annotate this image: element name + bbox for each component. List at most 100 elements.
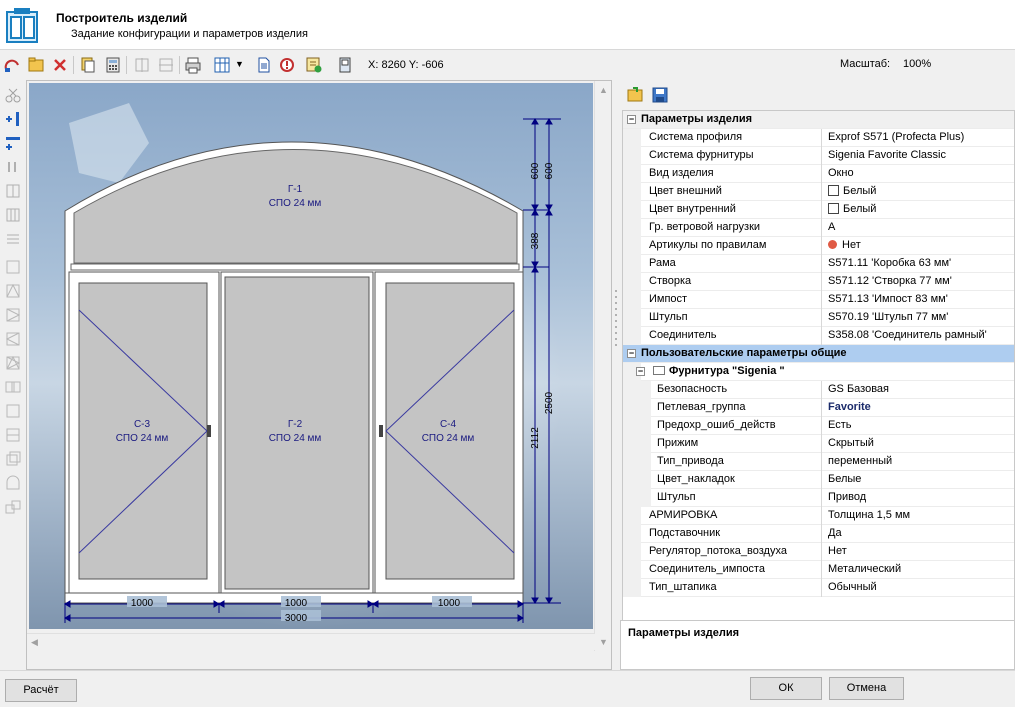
arch-icon[interactable] <box>4 474 22 492</box>
property-value[interactable]: Толщина 1,5 мм <box>828 509 910 521</box>
mirror-vertical-icon[interactable] <box>157 56 175 74</box>
add-horizontal-impost-icon[interactable] <box>4 134 22 152</box>
align-icon[interactable] <box>4 230 22 248</box>
property-row[interactable]: Рама S571.11 'Коробка 63 мм' <box>623 255 1014 273</box>
cancel-button[interactable]: Отмена <box>829 677 904 700</box>
property-row[interactable]: Штульп S570.19 'Штульп 77 мм' <box>623 309 1014 327</box>
copy-icon[interactable] <box>79 56 97 74</box>
validate-icon[interactable] <box>305 56 323 74</box>
property-value[interactable]: Exprof S571 (Profecta Plus) <box>828 131 964 143</box>
divide-equal-icon[interactable] <box>4 206 22 224</box>
layout-grid-icon[interactable] <box>213 56 231 74</box>
load-settings-icon[interactable] <box>626 86 644 104</box>
property-value[interactable]: Favorite <box>828 401 871 413</box>
sash-tilt-turn-icon[interactable] <box>4 354 22 372</box>
document-icon[interactable] <box>255 56 273 74</box>
property-row[interactable]: Импост S571.13 'Импост 83 мм' <box>623 291 1014 309</box>
property-row[interactable]: Цвет внутренний Белый <box>623 201 1014 219</box>
property-row[interactable]: Система фурнитуры Sigenia Favorite Classi… <box>623 147 1014 165</box>
property-row[interactable]: Тип_привода переменный <box>623 453 1014 471</box>
property-value[interactable]: Есть <box>828 419 851 431</box>
property-value[interactable]: A <box>828 221 835 233</box>
save-icon[interactable] <box>651 86 669 104</box>
property-category[interactable]: − Пользовательские параметры общие <box>623 345 1014 363</box>
property-row[interactable]: АРМИРОВКА Толщина 1,5 мм <box>623 507 1014 525</box>
property-row[interactable]: Вид изделия Окно <box>623 165 1014 183</box>
property-row[interactable]: Штульп Привод <box>623 489 1014 507</box>
property-value[interactable]: Белые <box>828 473 861 485</box>
property-value[interactable]: Sigenia Favorite Classic <box>828 149 946 161</box>
calculate-button[interactable]: Расчёт <box>5 679 77 702</box>
property-value[interactable]: Окно <box>828 167 854 179</box>
canvas-horizontal-scrollbar[interactable]: ◀ <box>27 633 595 650</box>
property-value[interactable]: Скрытый <box>828 437 874 449</box>
property-value[interactable]: GS Базовая <box>828 383 889 395</box>
sheet-icon[interactable] <box>336 56 354 74</box>
sliding-icon[interactable] <box>4 378 22 396</box>
sash-tilt-icon[interactable] <box>4 282 22 300</box>
property-row[interactable]: Безопасность GS Базовая <box>623 381 1014 399</box>
scroll-left-icon[interactable]: ◀ <box>31 637 38 648</box>
property-row[interactable]: Система профиля Exprof S571 (Profecta Plu… <box>623 129 1014 147</box>
collapse-icon[interactable]: − <box>627 115 636 124</box>
property-row[interactable]: Створка S571.12 'Створка 77 мм' <box>623 273 1014 291</box>
property-value[interactable]: Да <box>828 527 842 539</box>
blank-sash-icon[interactable] <box>4 402 22 420</box>
property-row[interactable]: Регулятор_потока_воздуха Нет <box>623 543 1014 561</box>
property-row[interactable]: Подставочник Да <box>623 525 1014 543</box>
collapse-icon[interactable]: − <box>636 367 645 376</box>
scroll-up-icon[interactable]: ▲ <box>599 85 608 95</box>
property-category[interactable]: − Параметры изделия <box>623 111 1014 129</box>
property-value-wrap[interactable]: Нет <box>828 239 861 251</box>
property-value[interactable]: Нет <box>842 239 861 251</box>
property-row[interactable]: Цвет_накладок Белые <box>623 471 1014 489</box>
property-row[interactable]: Соединитель S358.08 'Соединитель рамный' <box>623 327 1014 345</box>
mirror-horizontal-icon[interactable] <box>133 56 151 74</box>
property-row[interactable]: Цвет внешний Белый <box>623 183 1014 201</box>
info-warning-icon[interactable] <box>278 56 296 74</box>
sash-turn-icon[interactable] <box>4 306 22 324</box>
delete-icon[interactable] <box>51 56 69 74</box>
property-row[interactable]: Предохр_ошиб_действ Есть <box>623 417 1014 435</box>
property-value[interactable]: Привод <box>828 491 866 503</box>
property-value[interactable]: S570.19 'Штульп 77 мм' <box>828 311 948 323</box>
redraw-icon[interactable] <box>3 56 21 74</box>
cut-icon[interactable] <box>4 86 22 104</box>
property-value-wrap[interactable]: Белый <box>828 203 876 215</box>
open-folder-icon[interactable] <box>27 56 45 74</box>
ok-button[interactable]: ОК <box>750 677 822 700</box>
property-value[interactable]: Обычный <box>828 581 877 593</box>
property-value[interactable]: Нет <box>828 545 847 557</box>
panel-splitter[interactable] <box>612 80 620 670</box>
property-value[interactable]: переменный <box>828 455 892 467</box>
property-row[interactable]: Прижим Скрытый <box>623 435 1014 453</box>
property-value-wrap[interactable]: Белый <box>828 185 876 197</box>
property-value[interactable]: S571.12 'Створка 77 мм' <box>828 275 952 287</box>
property-row[interactable]: Артикулы по правилам Нет <box>623 237 1014 255</box>
property-value[interactable]: S358.08 'Соединитель рамный' <box>828 329 987 341</box>
sash-turn-left-icon[interactable] <box>4 330 22 348</box>
property-subcategory[interactable]: − Фурнитура "Sigenia " <box>623 363 1014 381</box>
group-icon[interactable] <box>4 498 22 516</box>
property-value[interactable]: Белый <box>843 185 876 197</box>
property-row[interactable]: Тип_штапика Обычный <box>623 579 1014 597</box>
drawing-canvas[interactable]: Г-1 СПО 24 мм С-3 СПО 24 мм Г-2 СПО 24 м… <box>29 83 593 629</box>
property-value[interactable]: Металический <box>828 563 901 575</box>
add-vertical-impost-icon[interactable] <box>4 110 22 128</box>
mullion-icon[interactable] <box>4 426 22 444</box>
property-row[interactable]: Соединитель_импоста Металический <box>623 561 1014 579</box>
property-row[interactable]: Гр. ветровой нагрузки A <box>623 219 1014 237</box>
split-icon[interactable] <box>4 158 22 176</box>
print-icon[interactable] <box>184 56 202 74</box>
property-value[interactable]: S571.11 'Коробка 63 мм' <box>828 257 951 269</box>
canvas-vertical-scrollbar[interactable]: ▲ ▼ <box>594 81 611 651</box>
calculator-icon[interactable] <box>104 56 122 74</box>
stack-icon[interactable] <box>4 450 22 468</box>
drawing-area[interactable]: Г-1 СПО 24 мм С-3 СПО 24 мм Г-2 СПО 24 м… <box>26 80 612 670</box>
collapse-icon[interactable]: − <box>627 349 636 358</box>
divide-icon[interactable] <box>4 182 22 200</box>
property-row[interactable]: Петлевая_группа Favorite <box>623 399 1014 417</box>
sash-icon[interactable] <box>4 258 22 276</box>
chevron-down-icon[interactable]: ▼ <box>235 59 245 77</box>
scroll-down-icon[interactable]: ▼ <box>599 637 608 647</box>
